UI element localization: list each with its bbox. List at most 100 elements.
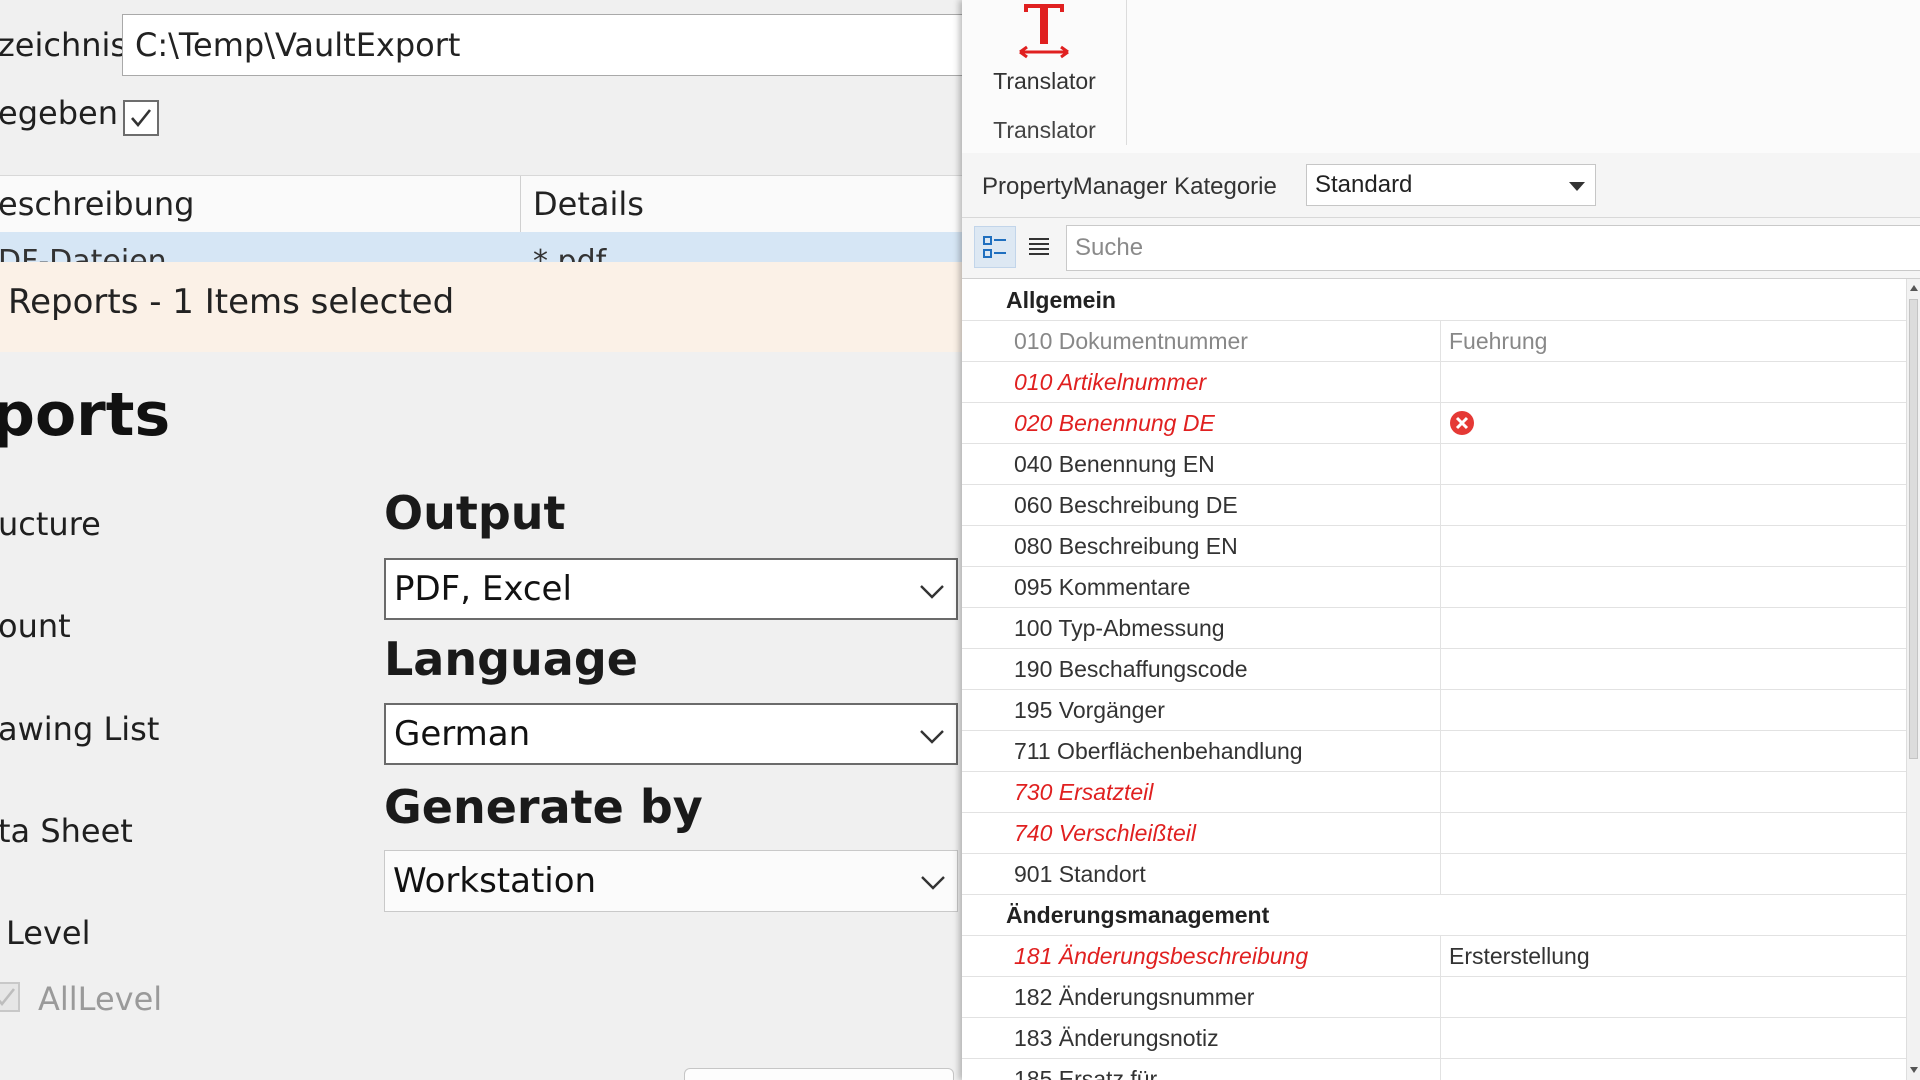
property-row[interactable]: 100 Typ-Abmessung [962,607,1906,649]
page-title: ports [0,380,171,450]
property-name: 020 Benennung DE [1014,410,1215,436]
search-placeholder: Suche [1075,234,1144,261]
column-header-description[interactable]: eschreibung [0,176,194,232]
category-label: PropertyManager Kategorie [982,173,1277,200]
property-value-cell[interactable] [1440,1017,1906,1058]
translator-icon [1019,4,1069,59]
property-row[interactable]: 010 Dokumentnummer Fuehrung [962,320,1906,362]
property-row[interactable]: 040 Benennung EN [962,443,1906,485]
option-count-label[interactable]: ount [0,607,71,645]
property-name: 711 Oberflächenbehandlung [1014,738,1303,764]
given-label: egeben [0,94,118,132]
categorized-view-button[interactable] [974,226,1016,268]
language-heading: Language [384,632,638,686]
property-value-cell[interactable]: Fuehrung [1440,320,1906,361]
property-value-cell[interactable] [1440,730,1906,771]
alphabetical-view-button[interactable] [1018,226,1060,268]
property-row[interactable]: 711 Oberflächenbehandlung [962,730,1906,772]
property-row[interactable]: 095 Kommentare [962,566,1906,608]
language-dropdown[interactable]: German [384,703,958,765]
property-value-cell[interactable] [1440,484,1906,525]
property-row[interactable]: 020 Benennung DE [962,402,1906,444]
table-cell-details: *.pdf [533,244,607,262]
property-row[interactable]: 740 Verschleißteil [962,812,1906,854]
property-value: Ersterstellung [1449,943,1590,969]
language-value: German [394,714,531,754]
category-value: Standard [1315,171,1413,198]
property-value-cell[interactable] [1440,853,1906,894]
property-value-cell[interactable] [1440,402,1906,443]
category-row: PropertyManager Kategorie Standard [962,153,1920,218]
property-row[interactable]: 730 Ersatzteil [962,771,1906,813]
category-header-label: Änderungsmanagement [1006,902,1270,928]
property-value-cell[interactable] [1440,812,1906,853]
vertical-scrollbar[interactable] [1906,279,1920,1080]
generate-by-heading: Generate by [384,780,703,834]
property-grid: Allgemein 010 Dokumentnummer Fuehrung 010 A… [962,279,1906,1080]
property-name: 185 Ersatz für [1014,1066,1158,1080]
property-row[interactable]: 195 Vorgänger [962,689,1906,731]
grid-toolbar: Suche [962,218,1920,279]
property-value-cell[interactable] [1440,607,1906,648]
translator-button-label: Translator [993,68,1096,94]
generate-by-dropdown[interactable]: Workstation [384,850,958,912]
property-value-cell[interactable] [1440,525,1906,566]
property-row[interactable]: 010 Artikelnummer [962,361,1906,403]
property-value-cell[interactable] [1440,566,1906,607]
selection-banner: Reports - 1 Items selected [0,262,962,352]
alllevel-label: AllLevel [38,980,163,1018]
property-row[interactable]: 183 Änderungsnotiz [962,1017,1906,1059]
property-row[interactable]: 181 Änderungsbeschreibung Ersterstellung [962,935,1906,977]
given-checkbox[interactable] [123,100,159,136]
selection-banner-text: Reports - 1 Items selected [8,282,455,322]
search-input[interactable]: Suche [1066,225,1920,271]
output-dropdown[interactable]: PDF, Excel [384,558,958,620]
property-name: 730 Ersatzteil [1014,779,1154,805]
property-name: 740 Verschleißteil [1014,820,1196,846]
property-row[interactable]: 060 Beschreibung DE [962,484,1906,526]
checkmark-icon [0,988,16,1007]
property-value-cell[interactable] [1440,771,1906,812]
scroll-up-icon[interactable] [1910,285,1918,291]
column-header-details[interactable]: Details [533,176,644,232]
dropdown-arrow-icon [1569,182,1585,191]
alllevel-checkbox[interactable] [0,982,20,1012]
category-header-label: Allgemein [1006,287,1116,313]
scroll-down-icon[interactable] [1910,1067,1918,1073]
property-name: 095 Kommentare [1014,574,1191,600]
property-name: 901 Standort [1014,861,1146,887]
property-value-cell[interactable] [1440,976,1906,1017]
ribbon: Translator Translator [962,0,1920,154]
option-structure-label[interactable]: ucture [0,505,101,543]
property-name: 080 Beschreibung EN [1014,533,1238,559]
property-name: 182 Änderungsnummer [1014,984,1255,1010]
list-view-icon [1029,238,1049,255]
property-row[interactable]: 182 Änderungsnummer [962,976,1906,1018]
ribbon-group-label: Translator [993,117,1096,143]
property-name: 183 Änderungsnotiz [1014,1025,1219,1051]
property-row[interactable]: 185 Ersatz für [962,1058,1906,1080]
property-manager-panel: Translator Translator PropertyManager Ka… [962,0,1920,1080]
property-row[interactable]: 080 Beschreibung EN [962,525,1906,567]
directory-label: zeichnis [0,26,128,64]
property-value-cell[interactable] [1440,648,1906,689]
export-dialog: zeichnis C:\Temp\VaultExport egeben esch… [0,0,962,1080]
property-value-cell[interactable]: Ersterstellung [1440,935,1906,976]
option-drawing-list-label[interactable]: awing List [0,710,159,748]
property-value-cell[interactable] [1440,1058,1906,1080]
table-row[interactable]: DF-Dateien *.pdf [0,232,962,262]
property-value: Fuehrung [1449,328,1548,354]
footer-button[interactable] [684,1068,954,1080]
property-value-cell[interactable] [1440,689,1906,730]
table-cell-description: DF-Dateien [0,244,167,262]
scrollbar-thumb[interactable] [1909,299,1918,759]
category-header[interactable]: Änderungsmanagement [962,894,1906,936]
category-select[interactable]: Standard [1306,164,1596,206]
property-row[interactable]: 190 Beschaffungscode [962,648,1906,690]
directory-input[interactable]: C:\Temp\VaultExport [122,14,962,76]
property-value-cell[interactable] [1440,443,1906,484]
property-value-cell[interactable] [1440,361,1906,402]
property-row[interactable]: 901 Standort [962,853,1906,895]
category-header[interactable]: Allgemein [962,279,1906,321]
option-data-sheet-label[interactable]: ta Sheet [0,812,133,850]
